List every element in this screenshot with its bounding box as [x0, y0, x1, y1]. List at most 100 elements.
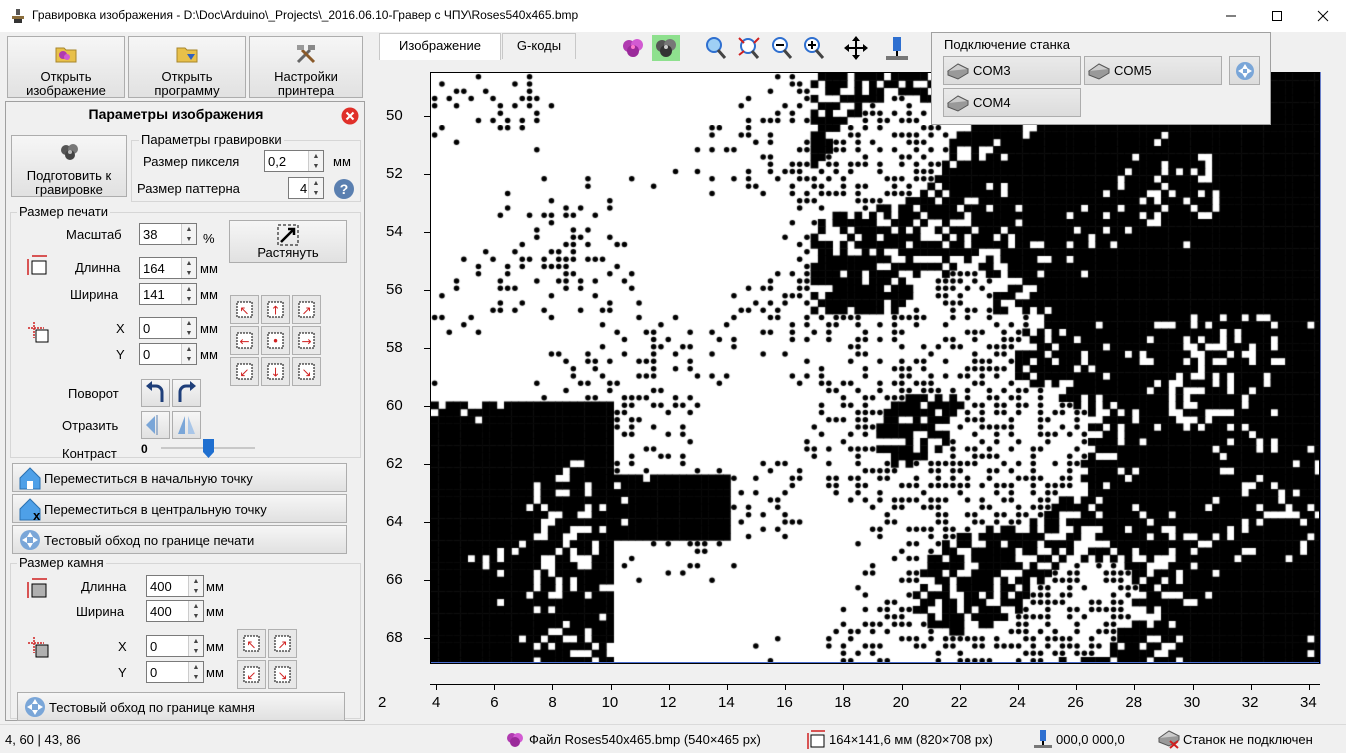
- print-align-btn-1-0[interactable]: ←: [230, 326, 259, 355]
- image-preview[interactable]: [430, 72, 1320, 664]
- mirror-horizontal-button[interactable]: [141, 411, 170, 439]
- tab-image[interactable]: Изображение: [379, 33, 501, 60]
- test-print-border-button[interactable]: Тестовый обход по границе печати: [12, 525, 347, 554]
- x-tick-label: 18: [834, 694, 852, 711]
- y-input[interactable]: 0 ▲ ▼: [139, 343, 197, 365]
- stone-align-btn-0-1[interactable]: ↗: [268, 629, 297, 658]
- machine-connection-panel: Подключение станка COM3 COM5 COM4: [931, 32, 1271, 125]
- stone-length-stepper[interactable]: ▲ ▼: [188, 576, 203, 596]
- com5-button[interactable]: COM5: [1084, 56, 1222, 85]
- y-axis: 50 52 54 56 58 60 62 64 66 68: [370, 72, 430, 672]
- length-input[interactable]: 164 ▲ ▼: [139, 257, 197, 279]
- color-image-icon[interactable]: [620, 35, 646, 61]
- zoom-fit-icon[interactable]: [703, 35, 729, 61]
- print-align-btn-0-2[interactable]: ↗: [292, 295, 321, 324]
- close-window-button[interactable]: [1300, 0, 1346, 32]
- contrast-slider-thumb[interactable]: [203, 439, 214, 459]
- print-align-btn-0-1[interactable]: ↑: [261, 295, 290, 324]
- com4-label: COM4: [973, 95, 1011, 110]
- pan-icon[interactable]: [843, 35, 869, 61]
- svg-text:↖: ↖: [246, 638, 256, 652]
- pixel-size-stepper[interactable]: ▲ ▼: [308, 151, 323, 171]
- alignment-grid: ↖ ↑ ↗ ← • → ↙ ↓ ↘: [230, 295, 323, 386]
- scale-stepper[interactable]: ▲ ▼: [181, 224, 196, 244]
- engraver-icon[interactable]: [884, 35, 910, 61]
- move-start-button[interactable]: Переместиться в начальную точку: [12, 463, 347, 492]
- print-align-btn-1-1[interactable]: •: [261, 326, 290, 355]
- bw-image-toggle[interactable]: [652, 35, 680, 61]
- maximize-button[interactable]: [1254, 0, 1300, 32]
- x-label: X: [116, 321, 125, 336]
- x-stepper[interactable]: ▲ ▼: [181, 318, 196, 338]
- length-width-icon: [27, 255, 47, 275]
- open-program-label: Открыть программу: [154, 69, 220, 98]
- help-icon[interactable]: ?: [333, 178, 355, 200]
- zoom-in-icon[interactable]: [801, 35, 827, 61]
- print-align-btn-0-0[interactable]: ↖: [230, 295, 259, 324]
- x-tick-label: 14: [718, 694, 735, 711]
- rotate-label: Поворот: [68, 386, 119, 401]
- x-tick-label: 2: [378, 694, 387, 711]
- stretch-button[interactable]: Растянуть: [229, 220, 347, 263]
- move-start-label: Переместиться в начальную точку: [44, 471, 253, 486]
- rotate-left-button[interactable]: [141, 379, 170, 407]
- align-arrow-icon: ↑: [267, 301, 284, 318]
- svg-text:↓: ↓: [270, 366, 280, 380]
- print-align-btn-2-0[interactable]: ↙: [230, 357, 259, 386]
- com3-button[interactable]: COM3: [943, 56, 1081, 85]
- open-image-button[interactable]: Открыть изображение: [7, 36, 125, 98]
- open-program-button[interactable]: Открыть программу: [128, 36, 246, 98]
- zoom-out-icon[interactable]: [769, 35, 795, 61]
- x-tick-label: 4: [432, 694, 441, 711]
- pattern-size-input[interactable]: 4 ▲ ▼: [288, 177, 324, 199]
- stone-align-btn-1-1[interactable]: ↘: [268, 660, 297, 689]
- length-value: 164: [143, 261, 165, 276]
- pattern-size-stepper[interactable]: ▲ ▼: [308, 178, 323, 198]
- stone-length-input[interactable]: 400 ▲ ▼: [146, 575, 204, 597]
- stone-align-btn-0-0[interactable]: ↖: [237, 629, 266, 658]
- width-value: 141: [143, 287, 165, 302]
- minimize-button[interactable]: [1208, 0, 1254, 32]
- stone-width-stepper[interactable]: ▲ ▼: [188, 601, 203, 621]
- width-input[interactable]: 141 ▲ ▼: [139, 283, 197, 305]
- move-center-button[interactable]: x Переместиться в центральную точку: [12, 494, 347, 523]
- align-arrow-icon: ↙: [236, 363, 253, 380]
- y-stepper[interactable]: ▲ ▼: [181, 344, 196, 364]
- svg-text:↙: ↙: [246, 669, 256, 683]
- x-input[interactable]: 0 ▲ ▼: [139, 317, 197, 339]
- stone-y-label: Y: [118, 665, 127, 680]
- zoom-region-icon[interactable]: [736, 35, 762, 61]
- scale-input[interactable]: 38 ▲ ▼: [139, 223, 197, 245]
- stone-y-input[interactable]: 0 ▲ ▼: [146, 661, 204, 683]
- y-unit: мм: [200, 347, 218, 362]
- rotate-right-button[interactable]: [172, 379, 201, 407]
- stone-y-stepper[interactable]: ▲ ▼: [188, 662, 203, 682]
- rotate-left-icon: [146, 381, 164, 402]
- com3-label: COM3: [973, 63, 1011, 78]
- print-align-btn-2-2[interactable]: ↘: [292, 357, 321, 386]
- width-stepper[interactable]: ▲ ▼: [181, 284, 196, 304]
- stone-x-input[interactable]: 0 ▲ ▼: [146, 635, 204, 657]
- test-stone-border-button[interactable]: Тестовый обход по границе камня: [17, 692, 345, 721]
- pixel-size-input[interactable]: 0,2 ▲ ▼: [264, 150, 324, 172]
- stone-width-value: 400: [150, 604, 172, 619]
- stone-width-input[interactable]: 400 ▲ ▼: [146, 600, 204, 622]
- print-align-btn-1-2[interactable]: →: [292, 326, 321, 355]
- length-label: Длинна: [75, 260, 121, 275]
- roses-icon: [61, 144, 78, 160]
- prepare-engraving-button[interactable]: Подготовить к гравировке: [11, 135, 127, 197]
- com4-button[interactable]: COM4: [943, 88, 1081, 117]
- close-panel-icon[interactable]: [341, 107, 359, 125]
- tab-gcode[interactable]: G-коды: [502, 33, 576, 59]
- x-tick-mark: [668, 684, 670, 690]
- x-tick-mark: [494, 684, 496, 690]
- mirror-vertical-button[interactable]: [172, 411, 201, 439]
- stone-alignment-grid: ↖ ↗ ↙ ↘: [237, 629, 299, 689]
- print-align-btn-2-1[interactable]: ↓: [261, 357, 290, 386]
- length-stepper[interactable]: ▲ ▼: [181, 258, 196, 278]
- refresh-ports-button[interactable]: [1229, 56, 1260, 85]
- align-arrow-icon: ↖: [236, 301, 253, 318]
- printer-settings-button[interactable]: Настройки принтера: [249, 36, 363, 98]
- stone-x-stepper[interactable]: ▲ ▼: [188, 636, 203, 656]
- stone-align-btn-1-0[interactable]: ↙: [237, 660, 266, 689]
